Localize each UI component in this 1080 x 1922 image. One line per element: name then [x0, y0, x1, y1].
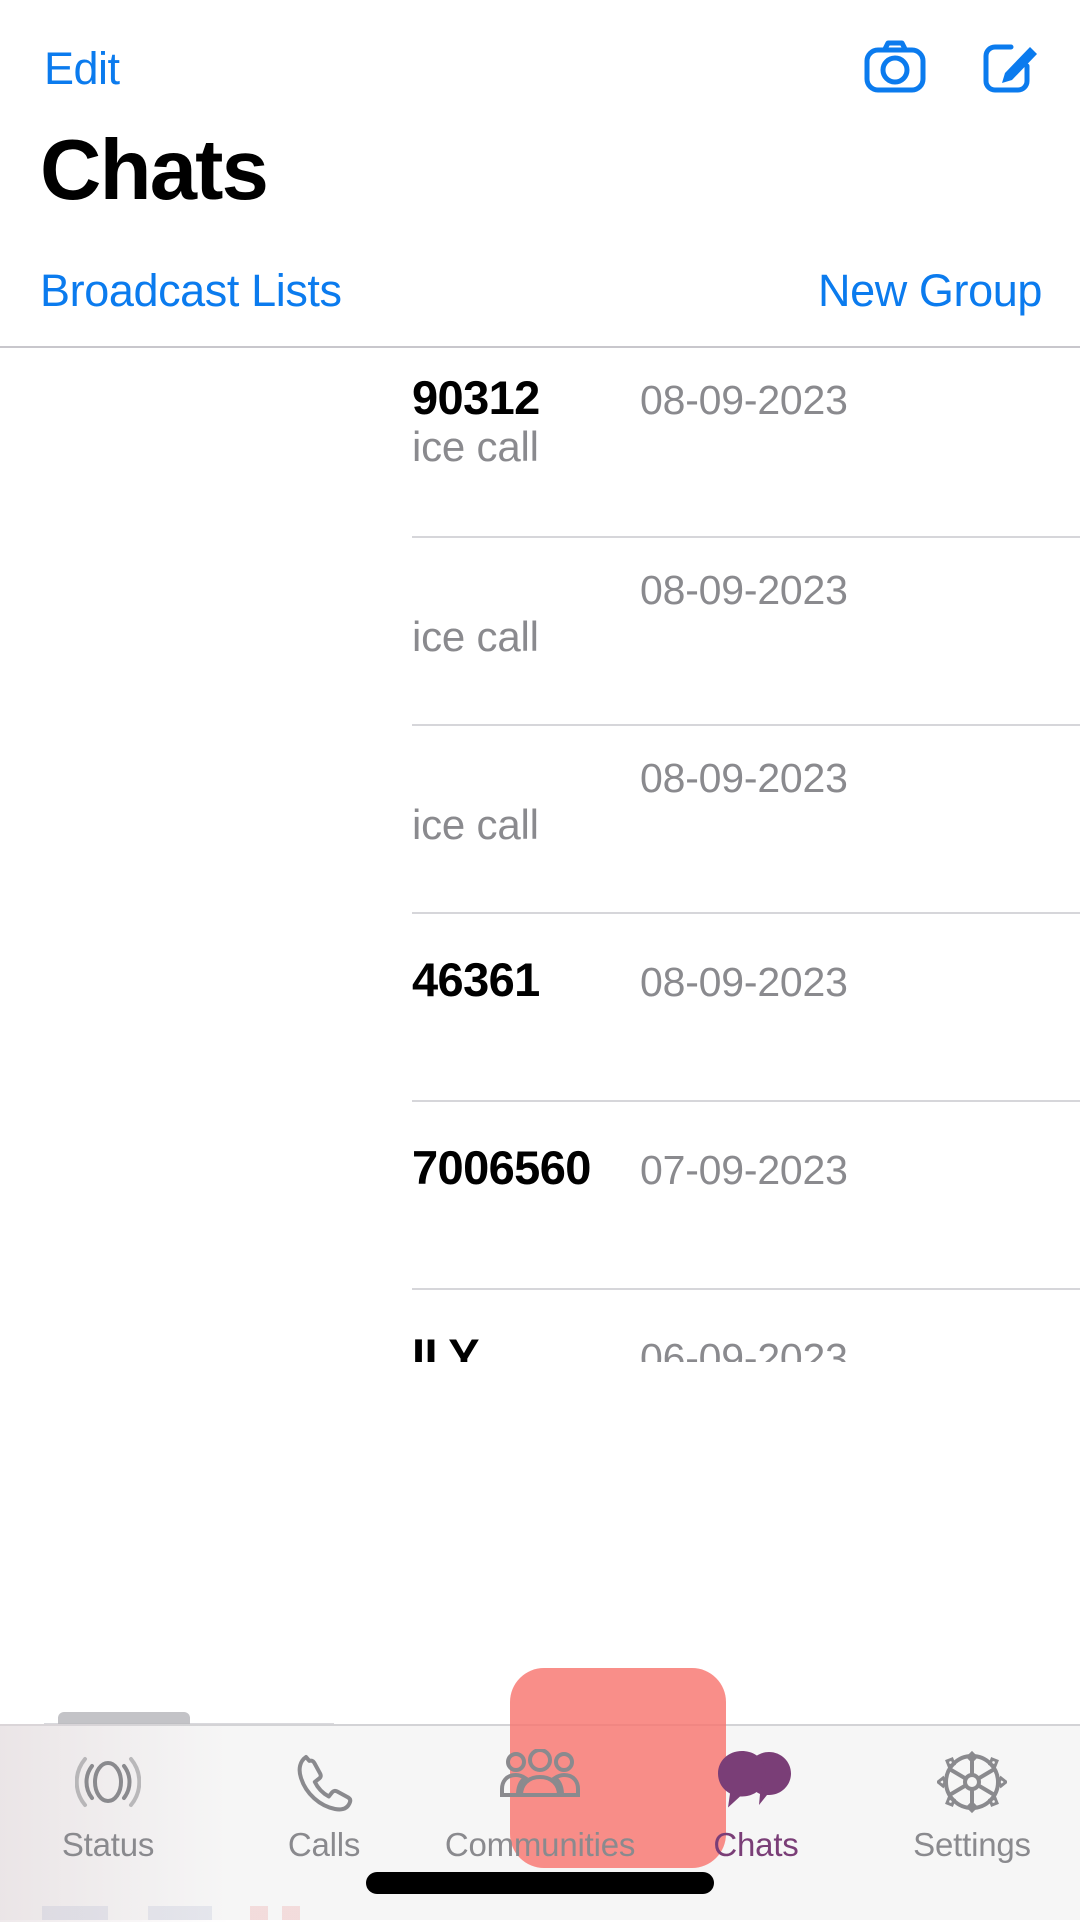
- tab-communities[interactable]: Communities: [432, 1724, 648, 1920]
- chat-date: 08-09-2023: [640, 377, 848, 423]
- chat-list-item[interactable]: 46361 08-09-2023: [0, 914, 1080, 1102]
- chat-date: 07-09-2023: [640, 1147, 848, 1193]
- tab-label: Chats: [713, 1826, 799, 1863]
- gear-icon: [937, 1746, 1007, 1818]
- chat-date: 08-09-2023: [640, 959, 848, 1005]
- chat-date: 06-09-2023: [640, 1335, 848, 1363]
- chat-title: ILY: [412, 1329, 480, 1362]
- new-group-button[interactable]: New Group: [818, 268, 1042, 313]
- camera-icon[interactable]: [864, 39, 926, 98]
- chat-list[interactable]: 90312 08-09-2023 ice call 08-09-2023 ice…: [0, 348, 1080, 1362]
- tab-label: Settings: [913, 1826, 1031, 1863]
- compose-icon[interactable]: [980, 36, 1042, 101]
- chat-list-item[interactable]: 08-09-2023 ice call: [0, 726, 1080, 914]
- navbar-actions: [864, 36, 1042, 101]
- tab-chats[interactable]: Chats: [648, 1724, 864, 1920]
- chat-preview: ice call: [412, 801, 539, 848]
- tab-label: Calls: [287, 1826, 361, 1863]
- chat-date: 08-09-2023: [640, 755, 848, 801]
- communities-icon: [499, 1746, 581, 1818]
- tab-settings[interactable]: Settings: [864, 1724, 1080, 1920]
- chat-title: 46361: [412, 953, 540, 1006]
- tab-bar-region: Status Calls Communities Chats Settings: [0, 1362, 1080, 1922]
- sheet-grabber-handle[interactable]: [58, 1712, 190, 1724]
- edit-button[interactable]: Edit: [44, 46, 120, 91]
- phone-icon: [292, 1746, 356, 1818]
- chat-list-item[interactable]: 90312 08-09-2023 ice call: [0, 348, 1080, 538]
- tab-label: Status: [61, 1826, 155, 1863]
- chat-title: 7006560: [412, 1141, 591, 1194]
- chat-list-item[interactable]: 7006560 07-09-2023: [0, 1102, 1080, 1290]
- list-actions-bar: Broadcast Lists New Group: [0, 268, 1080, 346]
- chat-preview: ice call: [412, 423, 539, 470]
- tab-bar: Status Calls Communities Chats Settings: [0, 1724, 1080, 1920]
- chat-list-item[interactable]: 08-09-2023 ice call: [0, 538, 1080, 726]
- tab-calls[interactable]: Calls: [216, 1724, 432, 1920]
- chat-bubbles-icon: [717, 1746, 795, 1818]
- status-rings-icon: [75, 1746, 141, 1818]
- tab-label: Communities: [444, 1826, 636, 1863]
- tab-status[interactable]: Status: [0, 1724, 216, 1920]
- chat-date: 08-09-2023: [640, 567, 848, 613]
- page-title: Chats: [40, 123, 269, 218]
- broadcast-lists-button[interactable]: Broadcast Lists: [40, 268, 342, 313]
- chat-list-item[interactable]: ILY 06-09-2023: [0, 1290, 1080, 1362]
- navigation-bar: Edit: [0, 0, 1080, 132]
- chat-preview: ice call: [412, 613, 539, 660]
- chat-title: 90312: [412, 371, 540, 424]
